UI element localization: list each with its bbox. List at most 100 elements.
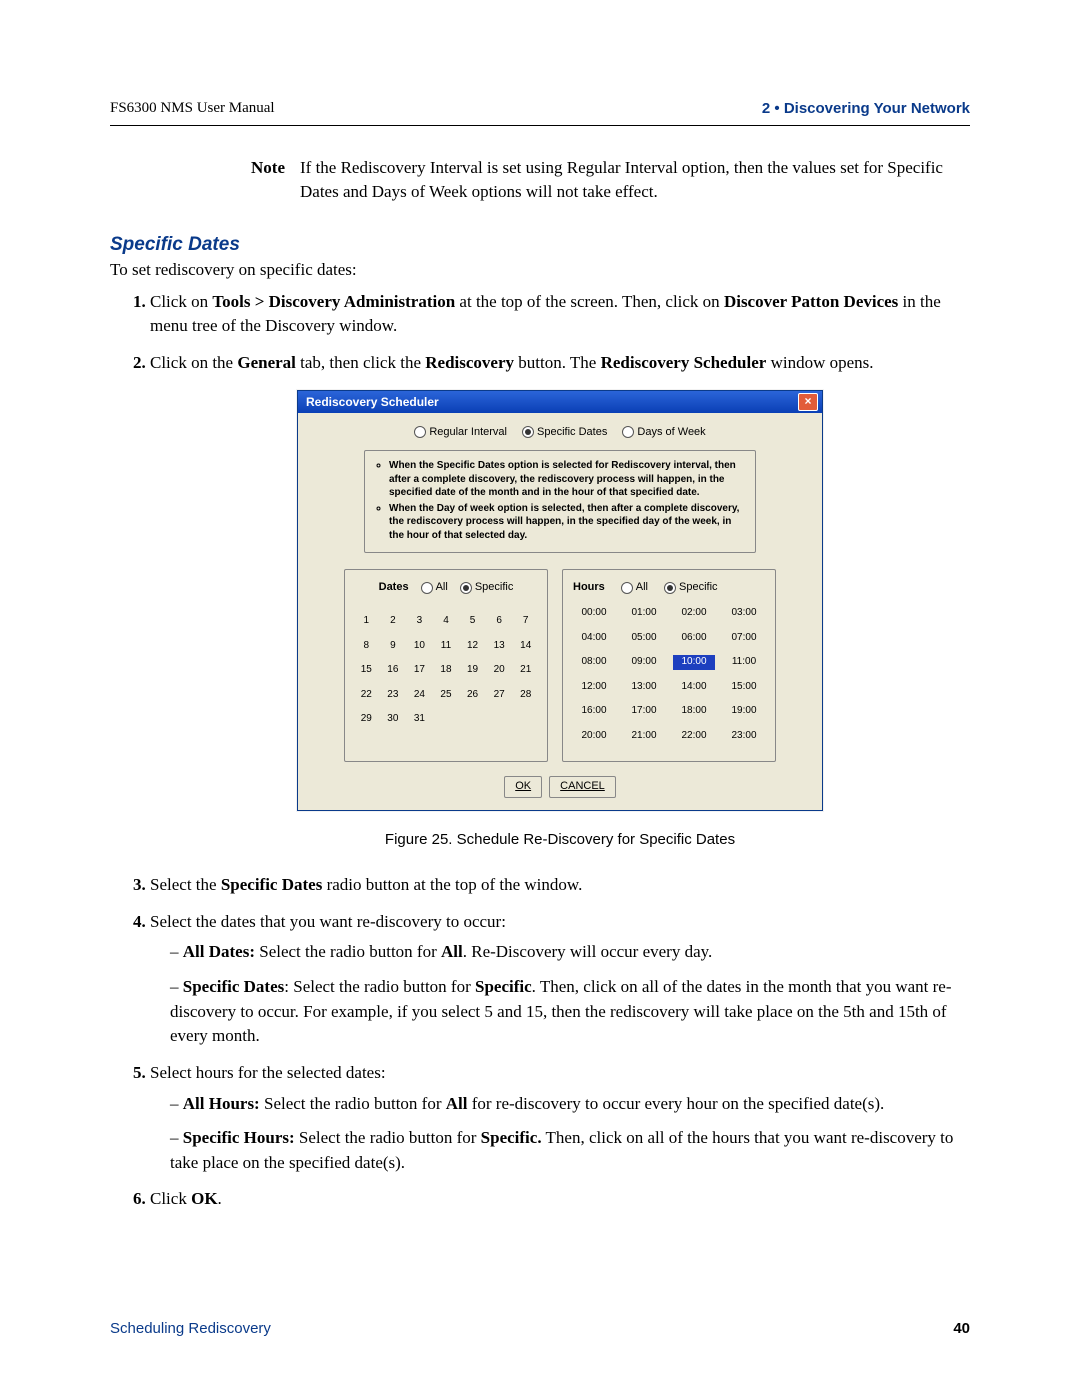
section-intro: To set rediscovery on specific dates:	[110, 260, 970, 280]
date-cell[interactable]: 14	[514, 639, 537, 654]
hour-cell[interactable]: 07:00	[723, 631, 765, 646]
hour-cell[interactable]: 19:00	[723, 704, 765, 719]
date-cell[interactable]: 9	[382, 639, 405, 654]
radio-days-of-week[interactable]: Days of Week	[622, 426, 705, 438]
date-cell[interactable]: 30	[382, 712, 405, 727]
rediscovery-scheduler-dialog: Rediscovery Scheduler × Regular Interval…	[297, 390, 823, 812]
date-cell[interactable]: 5	[461, 614, 484, 629]
steps-list: Click on Tools > Discovery Administratio…	[110, 290, 970, 1213]
hour-cell[interactable]: 20:00	[573, 729, 615, 744]
section-title: Specific Dates	[110, 234, 970, 256]
header-right: 2 • Discovering Your Network	[762, 100, 970, 117]
hour-cell[interactable]: 05:00	[623, 631, 665, 646]
date-cell[interactable]: 28	[514, 688, 537, 703]
date-cell[interactable]: 25	[435, 688, 458, 703]
manual-page: FS6300 NMS User Manual 2 • Discovering Y…	[0, 0, 1080, 1397]
cancel-button[interactable]: CANCEL	[549, 776, 616, 798]
date-cell[interactable]: 17	[408, 663, 431, 678]
date-cell[interactable]: 22	[355, 688, 378, 703]
header-left: FS6300 NMS User Manual	[110, 100, 275, 117]
hour-cell[interactable]: 01:00	[623, 606, 665, 621]
date-cell[interactable]: 18	[435, 663, 458, 678]
date-cell[interactable]: 15	[355, 663, 378, 678]
hour-cell[interactable]: 23:00	[723, 729, 765, 744]
hour-cell[interactable]: 02:00	[673, 606, 715, 621]
dates-grid: 1234567891011121314151617181920212223242…	[355, 614, 537, 727]
date-cell[interactable]: 31	[408, 712, 431, 727]
hour-cell[interactable]: 03:00	[723, 606, 765, 621]
hour-cell[interactable]: 16:00	[573, 704, 615, 719]
step-4-all-dates: All Dates: Select the radio button for A…	[170, 940, 970, 965]
hour-cell[interactable]: 12:00	[573, 680, 615, 695]
dates-panel: Dates All Specific 123456789101112131415…	[344, 569, 548, 762]
interval-radio-row: Regular Interval Specific Dates Days of …	[310, 423, 810, 451]
step-4-specific-dates: Specific Dates: Select the radio button …	[170, 975, 970, 1049]
radio-regular[interactable]: Regular Interval	[414, 426, 507, 438]
date-cell[interactable]: 23	[382, 688, 405, 703]
hour-cell[interactable]: 14:00	[673, 680, 715, 695]
info-line-2: When the Day of week option is selected,…	[389, 502, 745, 543]
step-2: Click on the General tab, then click the…	[150, 351, 970, 851]
panels-row: Dates All Specific 123456789101112131415…	[310, 569, 810, 762]
date-cell[interactable]: 29	[355, 712, 378, 727]
date-cell[interactable]: 13	[488, 639, 511, 654]
dialog-title: Rediscovery Scheduler	[306, 391, 439, 413]
date-cell[interactable]: 1	[355, 614, 378, 629]
dates-all-radio[interactable]: All	[421, 580, 448, 596]
date-cell[interactable]: 21	[514, 663, 537, 678]
radio-specific-dates[interactable]: Specific Dates	[522, 426, 607, 438]
hour-cell[interactable]: 10:00	[673, 655, 715, 670]
hour-cell[interactable]: 21:00	[623, 729, 665, 744]
hour-cell[interactable]: 18:00	[673, 704, 715, 719]
footer-left: Scheduling Rediscovery	[110, 1320, 271, 1337]
page-footer: Scheduling Rediscovery 40	[110, 1320, 970, 1337]
hour-cell[interactable]: 22:00	[673, 729, 715, 744]
hours-all-radio[interactable]: All	[621, 580, 648, 596]
hours-label: Hours	[573, 580, 605, 596]
titlebar: Rediscovery Scheduler ×	[298, 391, 822, 413]
step-1: Click on Tools > Discovery Administratio…	[150, 290, 970, 339]
date-cell[interactable]: 10	[408, 639, 431, 654]
date-cell[interactable]: 11	[435, 639, 458, 654]
step-5-all-hours: All Hours: Select the radio button for A…	[170, 1092, 970, 1117]
note-label: Note	[225, 156, 285, 204]
ok-button[interactable]: OK	[504, 776, 542, 798]
page-header: FS6300 NMS User Manual 2 • Discovering Y…	[110, 100, 970, 117]
hours-panel-head: Hours All Specific	[573, 580, 765, 596]
hour-cell[interactable]: 08:00	[573, 655, 615, 670]
step-5-specific-hours: Specific Hours: Select the radio button …	[170, 1126, 970, 1175]
dates-label: Dates	[379, 580, 409, 596]
date-cell[interactable]: 7	[514, 614, 537, 629]
date-cell[interactable]: 3	[408, 614, 431, 629]
close-icon[interactable]: ×	[798, 393, 818, 411]
hour-cell[interactable]: 04:00	[573, 631, 615, 646]
date-cell[interactable]: 8	[355, 639, 378, 654]
dates-panel-head: Dates All Specific	[355, 580, 537, 596]
date-cell[interactable]: 4	[435, 614, 458, 629]
figure-caption: Figure 25. Schedule Re-Discovery for Spe…	[150, 829, 970, 851]
date-cell[interactable]: 16	[382, 663, 405, 678]
date-cell[interactable]: 20	[488, 663, 511, 678]
hour-cell[interactable]: 09:00	[623, 655, 665, 670]
hour-cell[interactable]: 06:00	[673, 631, 715, 646]
dialog-body: Regular Interval Specific Dates Days of …	[298, 413, 822, 811]
info-box: When the Specific Dates option is select…	[364, 450, 756, 553]
date-cell[interactable]: 6	[488, 614, 511, 629]
hours-specific-radio[interactable]: Specific	[664, 580, 718, 596]
date-cell[interactable]: 19	[461, 663, 484, 678]
note-text: If the Rediscovery Interval is set using…	[300, 156, 970, 204]
step-6: Click OK.	[150, 1187, 970, 1212]
step-4: Select the dates that you want re-discov…	[150, 910, 970, 1049]
hour-cell[interactable]: 15:00	[723, 680, 765, 695]
hour-cell[interactable]: 11:00	[723, 655, 765, 670]
date-cell[interactable]: 26	[461, 688, 484, 703]
date-cell[interactable]: 24	[408, 688, 431, 703]
date-cell[interactable]: 2	[382, 614, 405, 629]
dates-specific-radio[interactable]: Specific	[460, 580, 514, 596]
date-cell[interactable]: 27	[488, 688, 511, 703]
hour-cell[interactable]: 00:00	[573, 606, 615, 621]
hour-cell[interactable]: 13:00	[623, 680, 665, 695]
date-cell[interactable]: 12	[461, 639, 484, 654]
hour-cell[interactable]: 17:00	[623, 704, 665, 719]
step-5: Select hours for the selected dates: All…	[150, 1061, 970, 1176]
